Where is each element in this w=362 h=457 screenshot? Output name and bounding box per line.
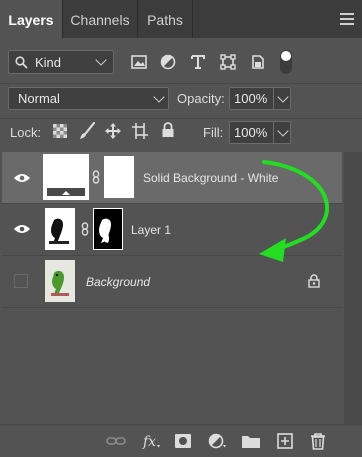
bird-silhouette-image <box>49 218 69 244</box>
new-group-folder-icon[interactable] <box>240 431 262 451</box>
chevron-down-icon <box>153 91 165 103</box>
layer-mask-thumbnail[interactable] <box>104 156 134 198</box>
blend-mode-value: Normal <box>18 91 60 106</box>
opacity-value: 100% <box>234 91 268 106</box>
blend-mode-dropdown[interactable]: Normal <box>8 87 169 110</box>
filter-toggle-switch[interactable] <box>280 50 292 74</box>
chevron-down-icon <box>277 125 289 137</box>
lock-artboard-icon[interactable] <box>132 123 148 139</box>
svg-text:fx: fx <box>142 434 156 450</box>
lock-label: Lock: <box>10 125 42 140</box>
chevron-down-icon <box>95 54 107 66</box>
new-layer-icon[interactable] <box>274 431 296 451</box>
filter-smart-objects-icon[interactable] <box>250 54 266 70</box>
panel-tab-bar: Layers Channels Paths <box>0 0 362 38</box>
tab-paths[interactable]: Paths <box>138 0 192 38</box>
filter-adjustment-layers-icon[interactable] <box>160 54 176 70</box>
layer-name[interactable]: Background <box>86 275 150 289</box>
toggle-knob <box>281 51 291 61</box>
parrot-photo-image <box>51 270 69 296</box>
fill-layer-badge-triangle <box>62 191 70 195</box>
filter-kind-dropdown[interactable]: Kind <box>8 50 114 74</box>
field-divider <box>273 88 274 109</box>
layers-scrollbar[interactable] <box>344 152 362 424</box>
eye-icon[interactable] <box>14 224 30 234</box>
new-adjustment-layer-icon[interactable] <box>206 431 228 451</box>
add-mask-icon[interactable] <box>172 431 194 451</box>
row-divider <box>2 307 342 308</box>
panel-menu-icon[interactable] <box>340 13 354 25</box>
tab-separator <box>192 0 193 38</box>
filter-shape-layers-icon[interactable] <box>220 54 236 70</box>
lock-image-pixels-brush-icon[interactable] <box>79 122 95 140</box>
chain-link-icon[interactable] <box>78 222 92 236</box>
bird-mask-image <box>99 218 111 243</box>
opacity-label: Opacity: <box>177 91 225 106</box>
field-divider <box>273 122 274 143</box>
layer-mask-thumbnail[interactable] <box>93 208 123 250</box>
fill-value: 100% <box>234 125 268 140</box>
layer-row-layer-1[interactable]: Layer 1 <box>2 204 342 255</box>
chevron-down-icon <box>277 91 289 103</box>
layer-name[interactable]: Layer 1 <box>131 223 171 237</box>
tab-channels[interactable]: Channels <box>63 0 137 38</box>
visibility-toggle-off[interactable] <box>14 274 28 288</box>
delete-layer-trash-icon[interactable] <box>307 431 329 451</box>
tab-layers[interactable]: Layers <box>0 0 62 38</box>
fill-layer-thumbnail[interactable] <box>43 154 89 200</box>
layer-locked-icon <box>308 274 320 288</box>
filter-type-layers-icon[interactable] <box>190 54 206 70</box>
filter-pixel-layers-icon[interactable] <box>131 55 147 69</box>
layer-name[interactable]: Solid Background - White <box>143 171 278 185</box>
opacity-field[interactable]: 100% <box>229 87 291 110</box>
fx-layer-style-icon[interactable]: fx <box>140 431 162 451</box>
fill-field[interactable]: 100% <box>229 121 291 144</box>
layer-thumbnail[interactable] <box>45 208 75 250</box>
link-layers-icon[interactable] <box>105 431 127 451</box>
layers-panel: Layers Channels Paths Kind Normal Opacit… <box>0 0 362 457</box>
lock-transparent-pixels-icon[interactable] <box>53 124 67 138</box>
layers-list: Solid Background - White Layer 1 Backgro… <box>2 152 342 424</box>
layers-bottom-toolbar: fx <box>0 424 362 457</box>
eye-icon[interactable] <box>14 173 30 183</box>
lock-position-move-icon[interactable] <box>105 123 121 139</box>
layer-row-background[interactable]: Background <box>2 256 342 307</box>
divider <box>0 83 362 84</box>
lock-all-icon[interactable] <box>161 122 175 138</box>
filter-kind-label: Kind <box>35 55 62 70</box>
search-icon <box>15 56 28 69</box>
layer-row-solid-background[interactable]: Solid Background - White <box>2 152 342 203</box>
chain-link-icon[interactable] <box>89 170 103 184</box>
layer-thumbnail[interactable] <box>45 260 75 302</box>
divider <box>0 118 362 119</box>
fill-label: Fill: <box>203 125 224 140</box>
